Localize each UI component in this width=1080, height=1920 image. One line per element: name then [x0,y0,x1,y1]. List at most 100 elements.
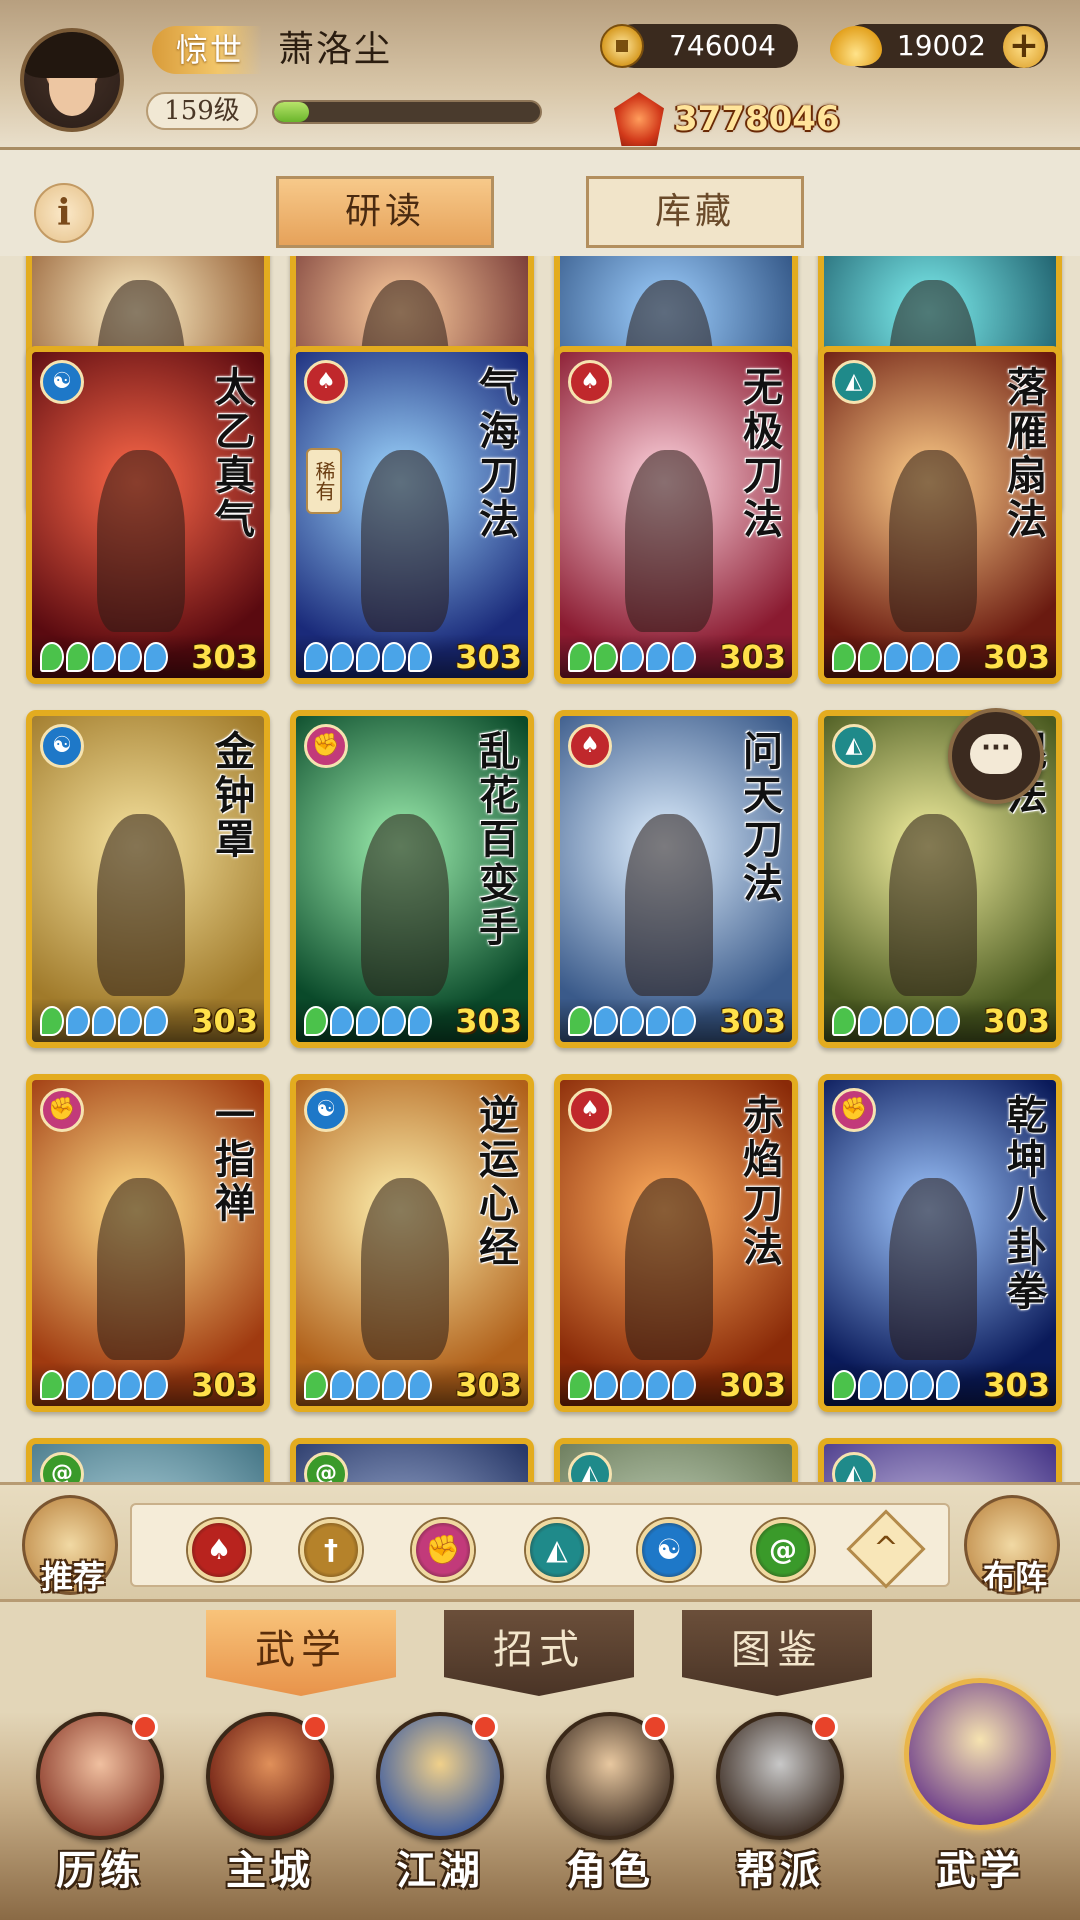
card-name: 金钟罩 [208,730,255,862]
skill-card[interactable]: ♠ 问天刀法 303 [554,710,798,1048]
star-drop-icon [356,1370,380,1400]
skill-card[interactable]: @ [26,1438,270,1482]
star-drop-icon [144,1006,168,1036]
star-drop-icon [620,1370,644,1400]
star-drop-icon [936,1006,960,1036]
star-drop-icon [646,642,670,672]
star-drop-icon [910,642,934,672]
card-figure [96,449,186,633]
section-tab-codex[interactable]: 图鉴 [682,1610,872,1696]
skill-card[interactable]: ✊ 一指禅 303 [26,1074,270,1412]
nav-item[interactable]: 江湖 [360,1712,520,1920]
star-drop-icon [304,642,328,672]
blade-icon[interactable]: ♠ [188,1519,250,1581]
skill-card[interactable]: ☯ 太乙真气 303 [26,346,270,684]
card-footer: 303 [32,998,264,1042]
skill-card[interactable]: ♠ 稀有 气海刀法 303 [290,346,534,684]
card-stars [304,1006,432,1036]
recommend-button[interactable]: 推荐 [22,1495,118,1596]
star-drop-icon [356,1006,380,1036]
nav-item[interactable]: 主城 [190,1712,350,1920]
skill-card[interactable]: ◭ 落雁扇法 303 [818,346,1062,684]
card-name: 太乙真气 [208,366,255,542]
notification-dot [642,1714,668,1740]
combat-power-icon [614,92,664,146]
card-footer: 303 [296,998,528,1042]
card-footer: 303 [824,634,1056,678]
yinyang-icon[interactable]: ☯ [638,1519,700,1581]
star-drop-icon [382,1370,406,1400]
skill-card[interactable]: @ [290,1438,534,1482]
nav-item[interactable]: 帮派 [700,1712,860,1920]
skill-card[interactable]: ✊ 乾坤八卦拳 303 [818,1074,1062,1412]
chat-button[interactable]: ··· [948,708,1044,804]
nav-label: 帮派 [736,1847,824,1894]
star-drop-icon [858,1370,882,1400]
card-level: 303 [455,638,522,676]
card-footer: 303 [560,634,792,678]
skill-card[interactable]: ◭ [554,1438,798,1482]
top-bar: 惊世 萧洛尘 159级 746004 19002 + 3778046 [0,0,1080,150]
skill-card[interactable]: ☯ 金钟罩 303 [26,710,270,1048]
nav-item[interactable]: 武学 [900,1678,1060,1920]
chat-icon: ··· [970,734,1022,774]
notification-dot [302,1714,328,1740]
section-tab-martial-arts[interactable]: 武学 [206,1610,396,1696]
yinyang-icon: ☯ [40,724,84,768]
blade-icon: ♠ [568,1088,612,1132]
card-level: 303 [983,1366,1050,1404]
card-level: 303 [983,1002,1050,1040]
nav-item[interactable]: 角色 [530,1712,690,1920]
avatar-hair [24,32,120,79]
card-stars [304,642,432,672]
notification-dot [132,1714,158,1740]
skill-card[interactable]: ✊ 乱花百变手 303 [290,710,534,1048]
formation-button[interactable]: 布阵 [964,1495,1060,1596]
fist-icon: ✊ [832,1088,876,1132]
card-name: 问天刀法 [736,730,783,906]
nav-label: 江湖 [396,1847,484,1894]
star-drop-icon [936,642,960,672]
exp-bar [272,100,542,124]
skill-card[interactable]: ♠ 赤焰刀法 303 [554,1074,798,1412]
tab-storage[interactable]: 库藏 [586,176,804,248]
card-stars [832,642,960,672]
card-stars [832,1006,960,1036]
tab-study[interactable]: 研读 [276,176,494,248]
yinyang-icon: ☯ [40,360,84,404]
star-drop-icon [910,1370,934,1400]
skill-card[interactable]: ♠ 无极刀法 303 [554,346,798,684]
fan-icon[interactable]: ◭ [526,1519,588,1581]
skill-card[interactable]: ◭ [818,1438,1062,1482]
card-stars [40,1370,168,1400]
card-figure [360,1177,450,1361]
fist-icon: ✊ [304,724,348,768]
nav-icon [904,1678,1056,1830]
star-drop-icon [594,1006,618,1036]
section-tab-moves[interactable]: 招式 [444,1610,634,1696]
star-drop-icon [382,642,406,672]
nav-item[interactable]: 历练 [20,1712,180,1920]
star-drop-icon [118,1006,142,1036]
card-stars [568,1006,696,1036]
player-name: 萧洛尘 [278,29,393,70]
sword-icon[interactable]: † [300,1519,362,1581]
info-button[interactable]: i [34,183,94,243]
card-figure [888,449,978,633]
star-drop-icon [92,642,116,672]
card-stars [568,1370,696,1400]
notification-dot [472,1714,498,1740]
card-name: 乱花百变手 [472,730,519,950]
card-level: 303 [983,638,1050,676]
star-drop-icon [936,1370,960,1400]
star-drop-icon [910,1006,934,1036]
skill-card[interactable]: ☯ 逆运心经 303 [290,1074,534,1412]
star-drop-icon [304,1006,328,1036]
star-drop-icon [304,1370,328,1400]
add-gold-button[interactable]: + [1003,26,1045,68]
player-avatar[interactable] [20,28,124,132]
swirl-icon[interactable]: @ [752,1519,814,1581]
card-stars [832,1370,960,1400]
fist-icon[interactable]: ✊ [412,1519,474,1581]
star-drop-icon [832,1370,856,1400]
